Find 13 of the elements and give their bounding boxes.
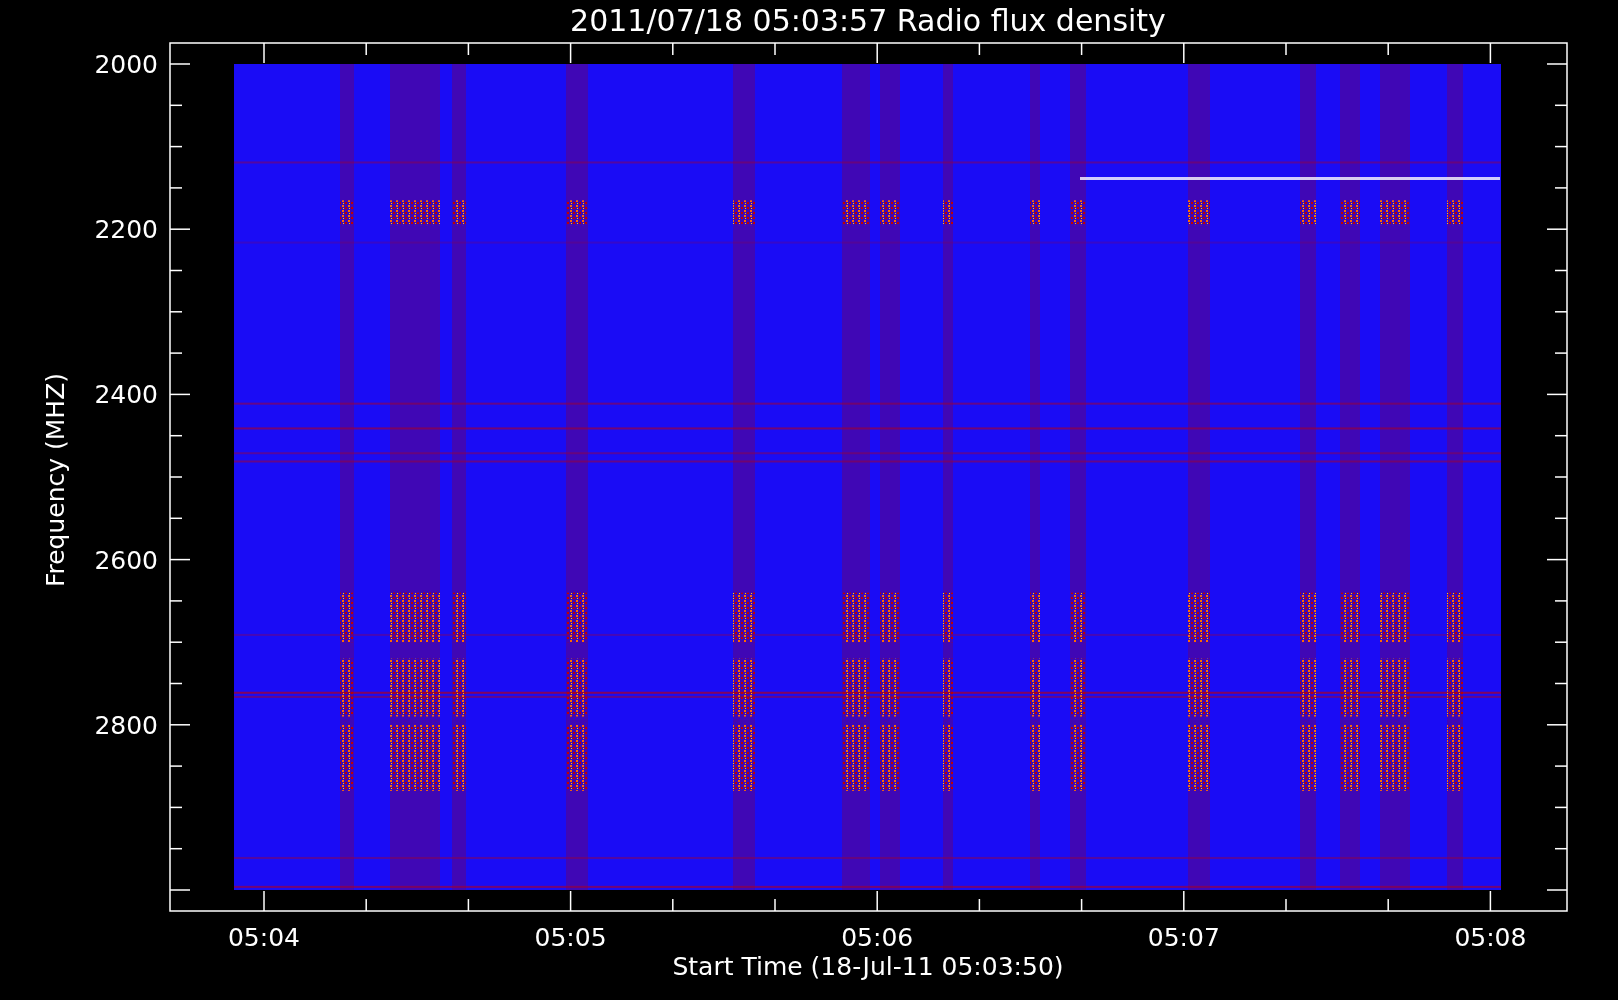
y-tick-label: 2200 <box>94 215 158 245</box>
x-tick-label: 05:05 <box>534 923 607 952</box>
y-axis-label: Frequency (MHZ) <box>41 372 70 588</box>
x-tick-label: 05:06 <box>841 923 914 952</box>
x-tick-label: 05:04 <box>228 923 300 952</box>
x-axis-label: Start Time (18-Jul-11 05:03:50) <box>672 952 1064 981</box>
y-tick-label: 2600 <box>94 545 158 575</box>
y-tick-label: 2800 <box>94 710 158 740</box>
x-tick-label: 05:08 <box>1454 923 1527 952</box>
chart-title: 2011/07/18 05:03:57 Radio flux density <box>570 3 1166 38</box>
y-tick-label: 2400 <box>94 380 158 410</box>
x-tick-label: 05:07 <box>1147 923 1220 952</box>
y-tick-label: 2000 <box>94 50 158 79</box>
